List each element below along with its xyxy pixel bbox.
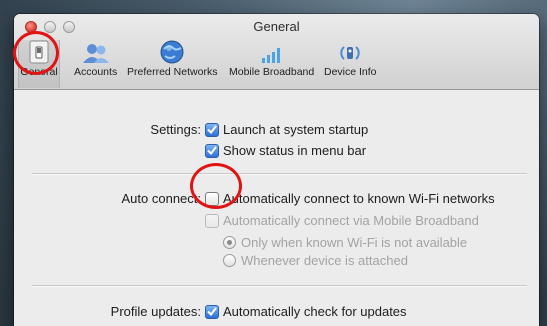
- checkmark-icon: [207, 307, 217, 316]
- auto-connect-mobile-checkbox: [205, 213, 219, 228]
- tab-mobile-broadband-label: Mobile Broadband: [229, 66, 315, 78]
- tab-preferred-networks[interactable]: Preferred Networks: [127, 40, 217, 78]
- auto-connect-wifi-checkbox[interactable]: [205, 191, 219, 206]
- auto-connect-mobile-label: Automatically connect via Mobile Broadba…: [223, 213, 479, 228]
- general-pane: Settings: Launch at system startup Show …: [14, 90, 539, 326]
- option-device-attached-radio: [223, 254, 236, 267]
- globe-icon: [127, 40, 217, 64]
- auto-connect-wifi-label: Automatically connect to known Wi-Fi net…: [223, 191, 495, 206]
- separator: [32, 285, 527, 287]
- option-wifi-unavailable-label: Only when known Wi-Fi is not available: [241, 235, 468, 250]
- tab-general[interactable]: General: [18, 40, 60, 88]
- auto-check-updates-row[interactable]: Automatically check for updates: [205, 304, 407, 319]
- tab-preferred-networks-label: Preferred Networks: [127, 66, 218, 78]
- checkmark-icon: [207, 146, 217, 155]
- option-wifi-unavailable-radio: [223, 236, 236, 249]
- auto-connect-label: Auto connect:: [121, 191, 202, 206]
- tab-device-info-label: Device Info: [324, 66, 377, 78]
- separator: [32, 173, 527, 175]
- auto-connect-mobile-row: Automatically connect via Mobile Broadba…: [205, 213, 479, 228]
- signal-bars-icon: [229, 40, 314, 64]
- preferences-window: General General Accounts Preferred Netwo…: [14, 14, 539, 326]
- launch-at-startup-row[interactable]: Launch at system startup: [205, 122, 368, 137]
- auto-check-updates-checkbox[interactable]: [205, 304, 219, 319]
- tab-accounts-label: Accounts: [74, 66, 118, 78]
- checkmark-icon: [207, 125, 217, 134]
- switch-icon: [19, 40, 59, 64]
- auto-connect-wifi-row[interactable]: Automatically connect to known Wi-Fi net…: [205, 191, 495, 206]
- settings-label: Settings:: [150, 122, 201, 137]
- tab-mobile-broadband[interactable]: Mobile Broadband: [229, 40, 314, 78]
- auto-check-updates-label: Automatically check for updates: [223, 304, 407, 319]
- tab-general-label: General: [20, 66, 58, 78]
- option-device-attached-label: Whenever device is attached: [241, 253, 408, 268]
- option-device-attached-row: Whenever device is attached: [223, 253, 408, 268]
- users-icon: [74, 40, 117, 64]
- tab-accounts[interactable]: Accounts: [74, 40, 117, 78]
- wireless-device-icon: [324, 40, 377, 64]
- window-title: General: [253, 19, 300, 34]
- show-status-row[interactable]: Show status in menu bar: [205, 143, 366, 158]
- show-status-label: Show status in menu bar: [223, 143, 367, 158]
- tab-device-info[interactable]: Device Info: [324, 40, 377, 78]
- launch-at-startup-label: Launch at system startup: [223, 122, 369, 137]
- profile-updates-label: Profile updates:: [110, 304, 201, 319]
- option-wifi-unavailable-row: Only when known Wi-Fi is not available: [223, 235, 467, 250]
- launch-at-startup-checkbox[interactable]: [205, 122, 219, 137]
- show-status-checkbox[interactable]: [205, 143, 219, 158]
- preferences-toolbar: General General Accounts Preferred Netwo…: [14, 14, 539, 90]
